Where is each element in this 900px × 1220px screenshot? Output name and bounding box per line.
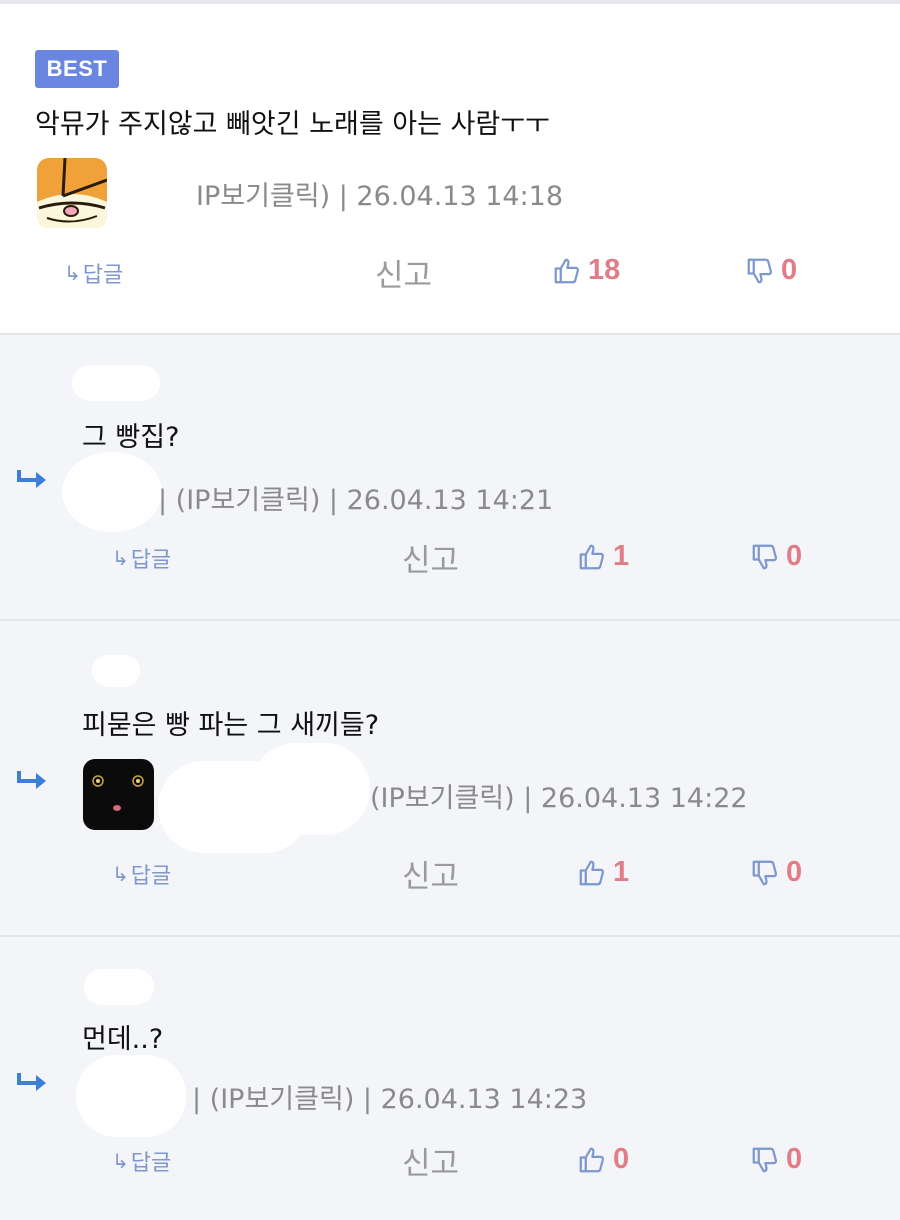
- reply-indent-arrow-icon: [16, 468, 48, 496]
- dislike-count: 0: [786, 1143, 803, 1175]
- avatar-redacted: [62, 452, 162, 532]
- dislike-count: 0: [781, 254, 798, 286]
- thumbs-down-icon: [750, 858, 780, 888]
- report-button[interactable]: 신고: [402, 851, 459, 896]
- thumbs-down-icon: [750, 542, 780, 572]
- nickname-redacted: [92, 655, 140, 687]
- comment-meta: | (IP보기클릭) | 26.04.13 14:23: [192, 1084, 588, 1115]
- reply-button[interactable]: ↳ 답글: [112, 1145, 171, 1177]
- like-count: 18: [588, 254, 621, 286]
- reply-indent-arrow-icon: [16, 1071, 48, 1099]
- thumbs-up-icon: [577, 1145, 607, 1175]
- like-button[interactable]: 18: [552, 254, 620, 287]
- reply-arrow-icon: ↳: [64, 261, 81, 285]
- thumbs-up-icon: [577, 858, 607, 888]
- reply-comment: 먼데..? | (IP보기클릭) | 26.04.13 14:23 ↳ 답글 신…: [0, 937, 900, 1220]
- avatar[interactable]: [37, 158, 107, 228]
- like-count: 1: [613, 856, 630, 888]
- thumbs-up-icon: [577, 542, 607, 572]
- nickname-redacted: [84, 969, 154, 1005]
- like-button[interactable]: 1: [577, 856, 629, 889]
- dislike-button[interactable]: 0: [750, 540, 802, 573]
- report-button[interactable]: 신고: [402, 1138, 459, 1183]
- report-button[interactable]: 신고: [402, 535, 459, 580]
- comment-text: 악뮤가 주지않고 빼앗긴 노래를 아는 사람ㅜㅜ: [35, 109, 550, 140]
- avatar[interactable]: [83, 759, 154, 830]
- reply-button[interactable]: ↳ 답글: [64, 257, 123, 289]
- comment-meta: (IP보기클릭) | 26.04.13 14:22: [370, 783, 748, 814]
- comment-text: 피묻은 빵 파는 그 새끼들?: [82, 710, 380, 741]
- reply-indent-arrow-icon: [16, 769, 48, 797]
- reply-arrow-icon: ↳: [112, 546, 129, 570]
- like-count: 1: [613, 540, 630, 572]
- avatar-redacted: [76, 1055, 186, 1137]
- nickname-redacted: [108, 166, 200, 216]
- nickname-redacted: [72, 365, 160, 401]
- thumbs-down-icon: [745, 256, 775, 286]
- dislike-button[interactable]: 0: [750, 856, 802, 889]
- comment-meta: IP보기클릭) | 26.04.13 14:18: [196, 181, 564, 212]
- nickname-redacted: [250, 743, 370, 835]
- dislike-count: 0: [786, 856, 803, 888]
- report-button[interactable]: 신고: [375, 250, 432, 295]
- thumbs-up-icon: [552, 256, 582, 286]
- comment-text: 먼데..?: [82, 1024, 164, 1055]
- reply-button[interactable]: ↳ 답글: [112, 858, 171, 890]
- best-badge: BEST: [35, 50, 119, 88]
- dislike-count: 0: [786, 540, 803, 572]
- reply-comment: 피묻은 빵 파는 그 새끼들? (IP보기클릭) | 26.04.13 14:2…: [0, 621, 900, 937]
- comment-text: 그 빵집?: [82, 422, 180, 453]
- like-button[interactable]: 1: [577, 540, 629, 573]
- like-count: 0: [613, 1143, 630, 1175]
- like-button[interactable]: 0: [577, 1143, 629, 1176]
- dislike-button[interactable]: 0: [745, 254, 797, 287]
- comment-meta: | (IP보기클릭) | 26.04.13 14:21: [158, 485, 554, 516]
- reply-comment: 그 빵집? | (IP보기클릭) | 26.04.13 14:21 ↳ 답글 신…: [0, 335, 900, 621]
- dislike-button[interactable]: 0: [750, 1143, 802, 1176]
- reply-arrow-icon: ↳: [112, 1149, 129, 1173]
- thumbs-down-icon: [750, 1145, 780, 1175]
- best-comment: BEST 악뮤가 주지않고 빼앗긴 노래를 아는 사람ㅜㅜ IP보기클릭) | …: [0, 4, 900, 335]
- reply-arrow-icon: ↳: [112, 862, 129, 886]
- reply-button[interactable]: ↳ 답글: [112, 542, 171, 574]
